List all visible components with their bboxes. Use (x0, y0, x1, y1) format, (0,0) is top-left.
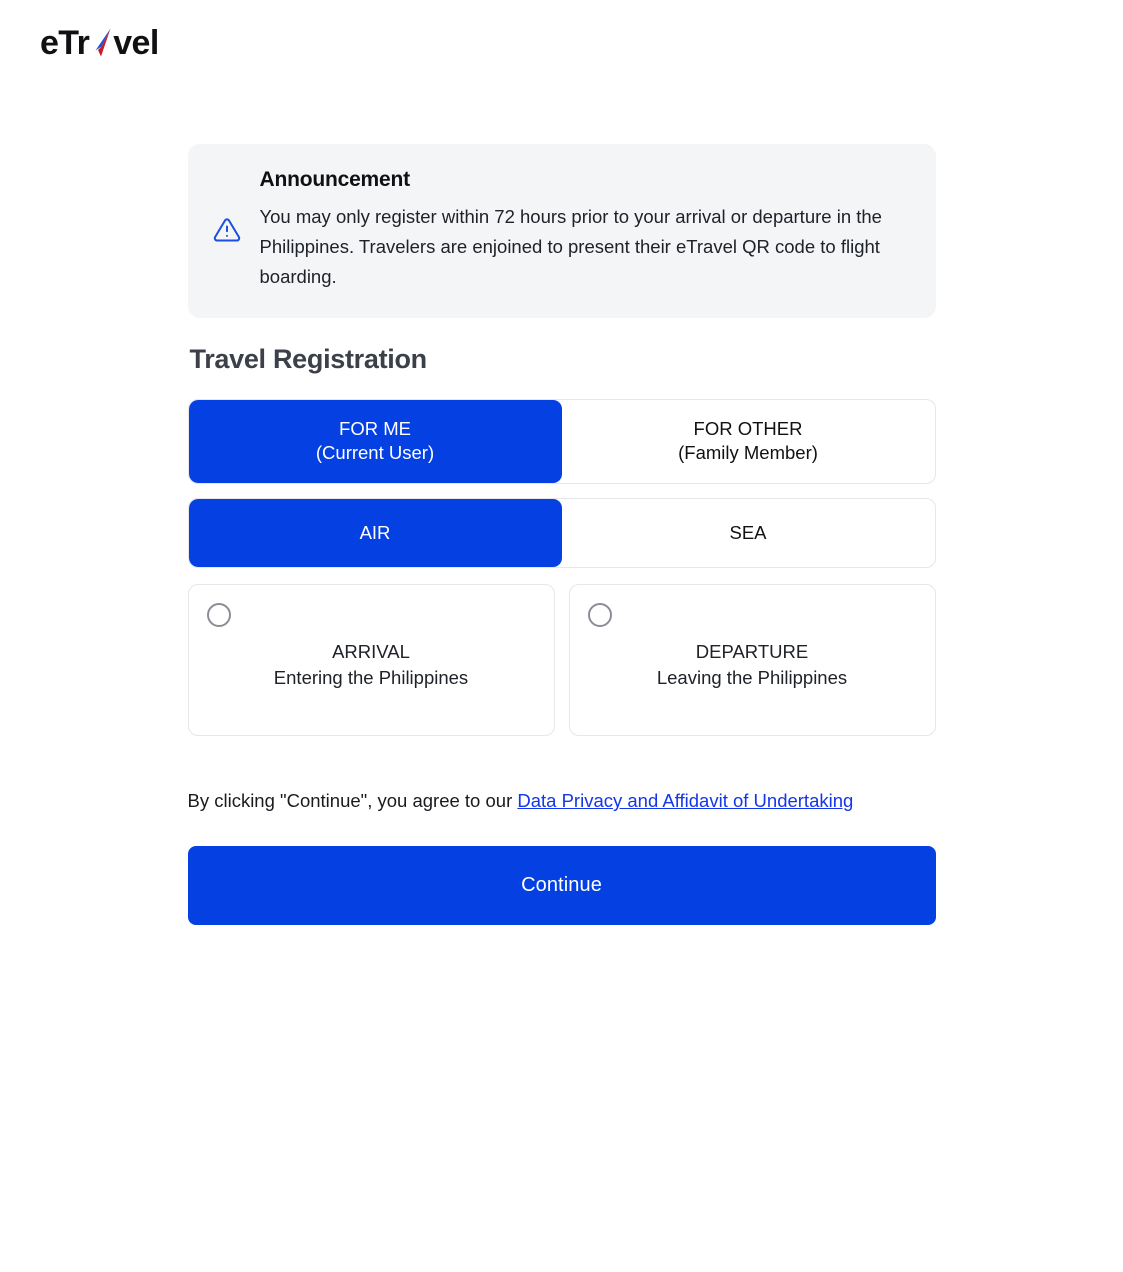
travel-mode-option-air[interactable]: AIR (188, 498, 562, 568)
direction-card-departure[interactable]: DEPARTURE Leaving the Philippines (568, 584, 936, 737)
direction-card-arrival-subtitle: Entering the Philippines (273, 666, 469, 688)
continue-button[interactable]: Continue (187, 846, 936, 926)
logo-text-suffix: vel (113, 24, 159, 62)
data-privacy-link[interactable]: Data Privacy and Affidavit of Undertakin… (517, 790, 853, 811)
announcement-text: You may only register within 72 hours pr… (259, 206, 882, 287)
registrant-option-for-other-line2: (Family Member) (678, 442, 818, 464)
radio-unselected-icon[interactable] (206, 603, 231, 628)
logo-text-prefix: eTr (40, 24, 90, 62)
paper-plane-icon (88, 26, 114, 60)
registrant-toggle-group: FOR ME (Current User) FOR OTHER (Family … (187, 398, 936, 484)
direction-card-departure-subtitle: Leaving the Philippines (656, 666, 848, 688)
page-title: Travel Registration (189, 343, 428, 374)
warning-triangle-icon (212, 215, 242, 245)
etravel-logo[interactable]: eTr vel (40, 26, 159, 60)
main-column: Announcement You may only register withi… (187, 60, 936, 926)
registrant-option-for-other-line1: FOR OTHER (693, 417, 803, 439)
announcement-title: Announcement (259, 168, 411, 191)
radio-unselected-icon[interactable] (587, 603, 612, 628)
registrant-option-for-me[interactable]: FOR ME (Current User) (188, 399, 562, 483)
consent-prefix: By clicking "Continue", you agree to our (187, 790, 518, 812)
direction-card-group: ARRIVAL Entering the Philippines DEPARTU… (187, 584, 936, 737)
direction-card-arrival-title: ARRIVAL (332, 641, 410, 663)
announcement-banner: Announcement You may only register withi… (187, 144, 936, 318)
registrant-option-for-me-line1: FOR ME (339, 417, 411, 439)
direction-card-arrival-labels: ARRIVAL Entering the Philippines (207, 639, 536, 690)
app-header: eTr vel (0, 0, 1123, 60)
consent-text: By clicking "Continue", you agree to our… (188, 788, 888, 814)
travel-mode-option-sea[interactable]: SEA (562, 499, 935, 567)
travel-mode-toggle-group: AIR SEA (187, 497, 936, 569)
registrant-option-for-me-line2: (Current User) (315, 442, 435, 464)
registrant-option-for-other[interactable]: FOR OTHER (Family Member) (562, 400, 935, 483)
announcement-body: Announcement You may only register withi… (260, 168, 908, 292)
direction-card-arrival[interactable]: ARRIVAL Entering the Philippines (187, 584, 555, 737)
direction-card-departure-title: DEPARTURE (695, 641, 809, 663)
direction-card-departure-labels: DEPARTURE Leaving the Philippines (588, 639, 917, 690)
